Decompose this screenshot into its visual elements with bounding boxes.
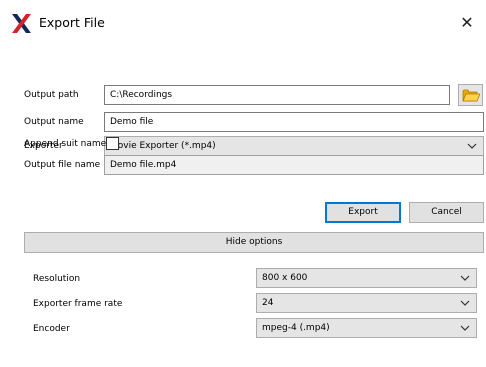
output-file-name-field: Demo file.mp4 [104, 155, 484, 175]
output-name-label: Output name [24, 117, 84, 127]
exporter-select[interactable]: Movie Exporter (*.mp4) [104, 136, 484, 156]
chevron-down-icon [460, 325, 470, 331]
folder-icon [462, 89, 480, 102]
output-path-label: Output path [24, 90, 79, 100]
cancel-button[interactable]: Cancel [409, 202, 484, 223]
output-name-input[interactable]: Demo file [104, 112, 484, 132]
chevron-down-icon [460, 275, 470, 281]
close-icon[interactable]: ✕ [457, 13, 477, 33]
resolution-select[interactable]: 800 x 600 [256, 268, 477, 288]
browse-folder-button[interactable] [458, 84, 483, 106]
resolution-label: Resolution [33, 274, 81, 284]
chevron-down-icon [467, 143, 477, 149]
frame-rate-select[interactable]: 24 [256, 293, 477, 313]
chevron-down-icon [460, 300, 470, 306]
resolution-value: 800 x 600 [262, 273, 308, 283]
window-title: Export File [39, 15, 105, 30]
encoder-select[interactable]: mpeg-4 (.mp4) [256, 318, 477, 338]
append-suit-name-label: Append suit name [24, 139, 107, 149]
exporter-value: Movie Exporter (*.mp4) [110, 141, 216, 151]
output-file-name-label: Output file name [24, 160, 101, 170]
export-button[interactable]: Export [325, 202, 401, 223]
append-suit-name-checkbox[interactable] [106, 137, 119, 150]
hide-options-button[interactable]: Hide options [24, 232, 484, 253]
frame-rate-value: 24 [262, 298, 274, 308]
x-logo-icon [12, 14, 31, 33]
output-path-input[interactable]: C:\Recordings [104, 85, 450, 105]
encoder-value: mpeg-4 (.mp4) [262, 323, 330, 333]
encoder-label: Encoder [33, 324, 70, 334]
frame-rate-label: Exporter frame rate [33, 299, 123, 309]
